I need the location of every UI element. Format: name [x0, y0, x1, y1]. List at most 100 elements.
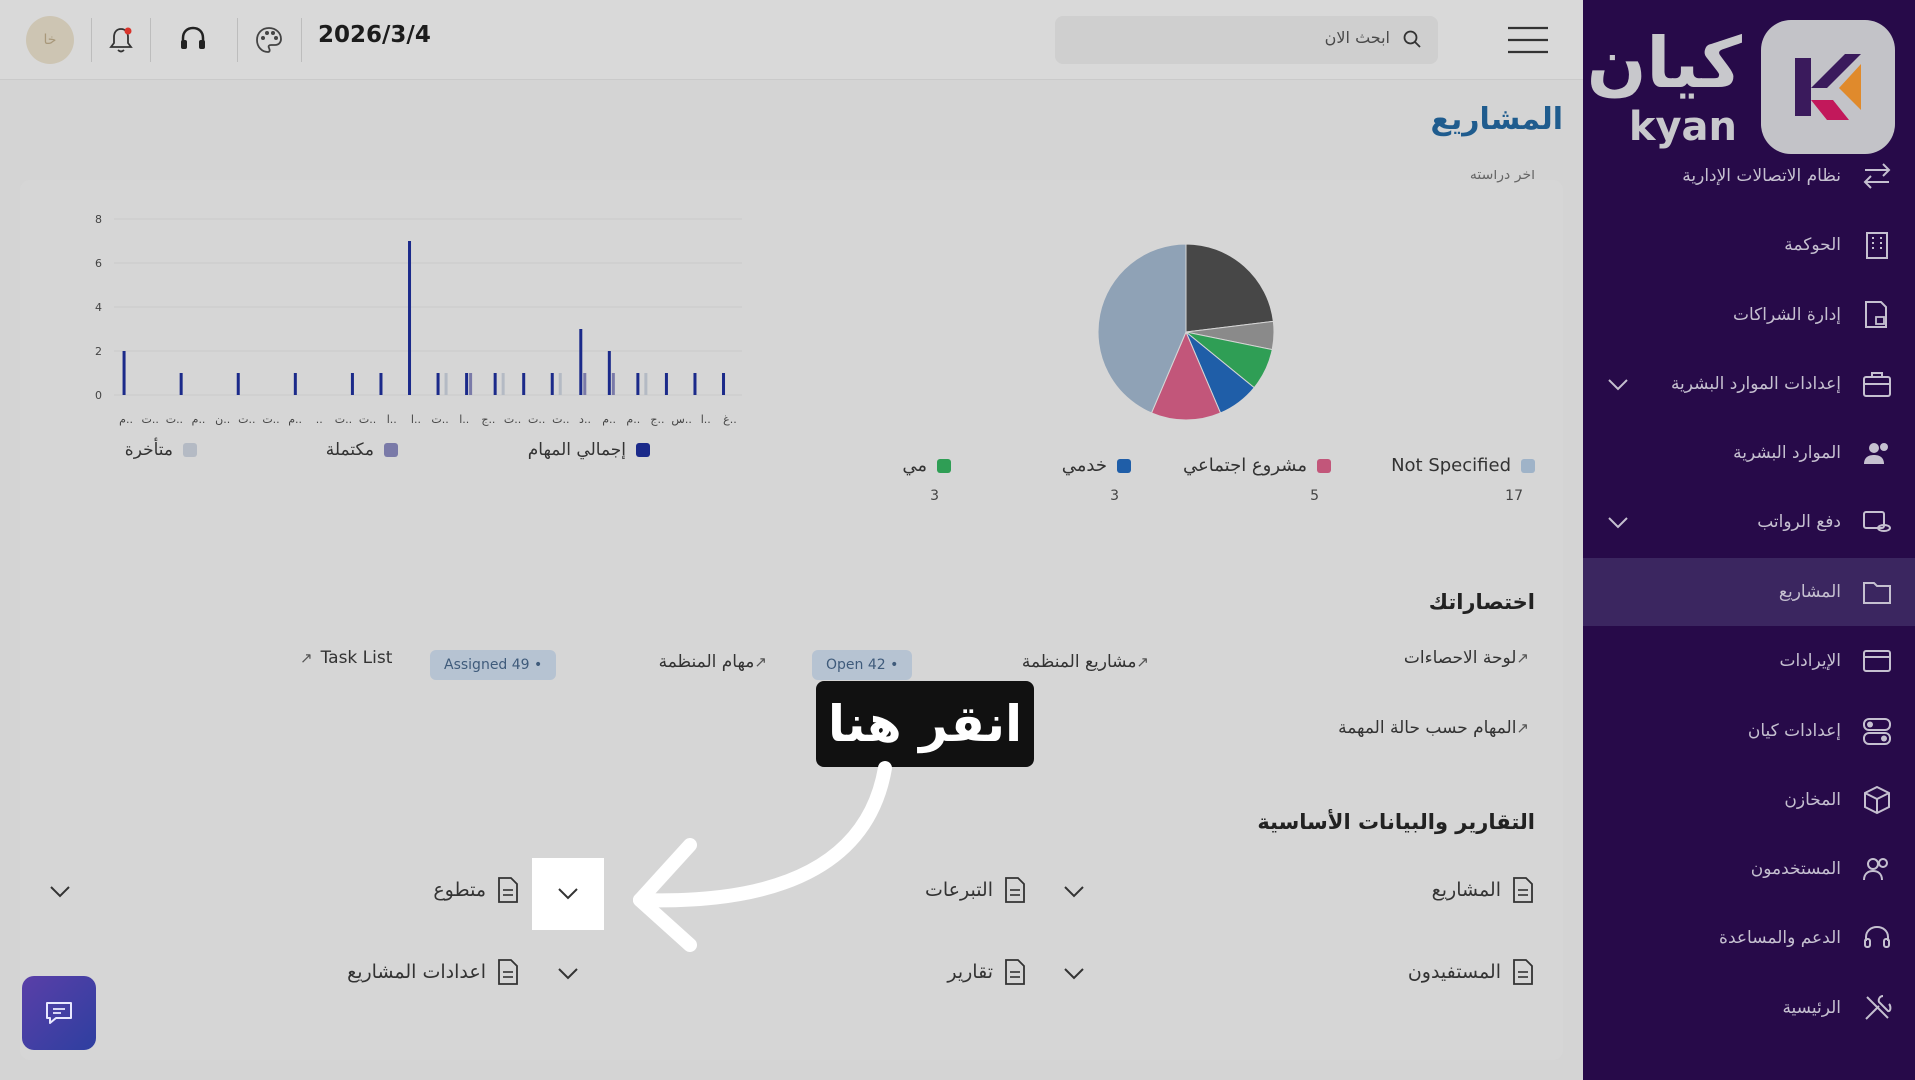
- shortcut-stats-dashboard[interactable]: لوحة الاحصاءات↗: [1404, 648, 1535, 668]
- bar[interactable]: [122, 351, 126, 395]
- bar[interactable]: [644, 373, 648, 395]
- report-beneficiaries[interactable]: المستفيدون: [1408, 958, 1535, 986]
- x-tick-label: د..: [579, 413, 591, 426]
- pie-legend-item[interactable]: خدمي: [1062, 455, 1131, 476]
- chevron-down-icon[interactable]: [1607, 511, 1629, 533]
- x-tick-label: ت..: [335, 413, 352, 426]
- x-tick-label: غ..: [723, 413, 737, 426]
- assigned-badge[interactable]: Assigned 49 •: [430, 650, 557, 680]
- legend-count: 3: [1110, 488, 1119, 504]
- sidebar-item-3[interactable]: إعدادات الموارد البشرية: [1583, 350, 1915, 418]
- bar[interactable]: [444, 373, 448, 395]
- legend-label: مشروع اجتماعي: [1183, 455, 1307, 476]
- search-input[interactable]: ابحث الان: [1055, 16, 1438, 64]
- report-reports[interactable]: تقارير: [947, 958, 1027, 986]
- sidebar-item-label: الموارد البشرية: [1733, 443, 1841, 463]
- bar[interactable]: [379, 373, 383, 395]
- x-tick-label: ت..: [552, 413, 569, 426]
- folder-icon: [1861, 576, 1893, 608]
- bar[interactable]: [408, 241, 412, 395]
- pie-legend-item[interactable]: مي: [902, 455, 951, 476]
- bar[interactable]: [522, 373, 526, 395]
- beneficiaries-expand-chevron-icon[interactable]: [1060, 960, 1088, 988]
- reports-expand-chevron-icon[interactable]: [554, 960, 582, 988]
- bar[interactable]: [236, 373, 240, 395]
- bar[interactable]: [583, 373, 587, 395]
- pie-legend-item[interactable]: Not Specified: [1391, 455, 1535, 476]
- bar[interactable]: [465, 373, 469, 395]
- sidebar-item-label: المستخدمون: [1750, 859, 1841, 879]
- bar[interactable]: [722, 373, 726, 395]
- bar[interactable]: [579, 329, 583, 395]
- sidebar-item-label: دفع الرواتب: [1757, 512, 1841, 532]
- x-tick-label: ا..: [411, 413, 421, 426]
- current-date: 2026/3/4: [318, 22, 431, 48]
- bar[interactable]: [611, 373, 615, 395]
- bar[interactable]: [607, 351, 611, 395]
- hamburger-menu-icon[interactable]: [1508, 26, 1548, 54]
- open-badge[interactable]: Open 42 •: [812, 650, 913, 680]
- bar[interactable]: [558, 373, 562, 395]
- bar[interactable]: [350, 373, 354, 395]
- sidebar-item-9[interactable]: المخازن: [1583, 766, 1915, 834]
- bar[interactable]: [501, 373, 505, 395]
- user-group-icon: [1861, 853, 1893, 885]
- report-volunteer[interactable]: متطوع: [433, 876, 520, 904]
- bar[interactable]: [469, 373, 473, 395]
- x-tick-label: م..: [119, 413, 133, 426]
- x-tick-label: ت..: [431, 413, 448, 426]
- search-placeholder: ابحث الان: [1324, 28, 1390, 47]
- shortcut-task-list[interactable]: ↗ Task List: [300, 648, 392, 668]
- sidebar-item-5[interactable]: دفع الرواتب: [1583, 488, 1915, 556]
- donations-expand-chevron-icon[interactable]: [532, 858, 604, 930]
- headset-icon[interactable]: [178, 24, 208, 58]
- sidebar-item-12[interactable]: الرئيسية: [1583, 974, 1915, 1042]
- legend-count: 3: [930, 488, 939, 504]
- bar[interactable]: [550, 373, 554, 395]
- sidebar-item-8[interactable]: إعدادات كيان: [1583, 697, 1915, 765]
- shortcut-label: مهام المنظمة: [658, 652, 755, 672]
- bar[interactable]: [293, 373, 297, 395]
- sidebar-item-0[interactable]: نظام الاتصالات الإدارية: [1583, 142, 1915, 210]
- x-tick-label: ا..: [459, 413, 469, 426]
- chevron-down-icon[interactable]: [1607, 373, 1629, 395]
- shortcut-tasks-by-status[interactable]: المهام حسب حالة المهمة↗: [1338, 718, 1535, 738]
- bar[interactable]: [493, 373, 497, 395]
- projects-expand-chevron-icon[interactable]: [1060, 878, 1088, 906]
- avatar[interactable]: خا: [26, 16, 74, 64]
- pie-partial-label: آخر دراسته: [1469, 170, 1535, 183]
- report-project-settings[interactable]: اعدادات المشاريع: [347, 958, 520, 986]
- pie-slice[interactable]: [1185, 243, 1274, 333]
- shortcut-org-tasks[interactable]: مهام المنظمة↗: [659, 652, 773, 672]
- legend-label: مكتملة: [325, 440, 374, 460]
- sidebar-item-2[interactable]: إدارة الشراكات: [1583, 281, 1915, 349]
- legend-label: خدمي: [1061, 455, 1107, 476]
- bar[interactable]: [693, 373, 697, 395]
- sidebar-item-6[interactable]: المشاريع: [1583, 558, 1915, 626]
- volunteer-expand-chevron-icon[interactable]: [46, 878, 74, 906]
- report-projects[interactable]: المشاريع: [1432, 876, 1535, 904]
- document-icon: [498, 959, 518, 985]
- pie-legend-item[interactable]: مشروع اجتماعي: [1183, 455, 1331, 476]
- sidebar-item-10[interactable]: المستخدمون: [1583, 835, 1915, 903]
- sidebar-item-1[interactable]: الحوكمة: [1583, 211, 1915, 279]
- bar-legend-item[interactable]: إجمالي المهام: [528, 440, 650, 460]
- bar[interactable]: [179, 373, 183, 395]
- sidebar-item-11[interactable]: الدعم والمساعدة: [1583, 904, 1915, 972]
- report-donations[interactable]: التبرعات: [925, 876, 1027, 904]
- payroll-icon: [1861, 506, 1893, 538]
- chat-button[interactable]: [22, 976, 96, 1050]
- bar[interactable]: [636, 373, 640, 395]
- palette-icon[interactable]: [254, 25, 284, 59]
- bell-icon[interactable]: [108, 26, 134, 58]
- sidebar-item-label: نظام الاتصالات الإدارية: [1682, 166, 1841, 186]
- x-tick-label: ت..: [528, 413, 545, 426]
- bar-legend-item[interactable]: مكتملة: [326, 440, 398, 460]
- x-tick-label: م..: [288, 413, 302, 426]
- sidebar-item-4[interactable]: الموارد البشرية: [1583, 419, 1915, 487]
- bar[interactable]: [436, 373, 440, 395]
- shortcut-org-projects[interactable]: مشاريع المنظمة↗: [1022, 652, 1155, 672]
- sidebar-item-7[interactable]: الإيرادات: [1583, 627, 1915, 695]
- bar[interactable]: [664, 373, 668, 395]
- bar-legend-item[interactable]: متأخرة: [125, 440, 197, 460]
